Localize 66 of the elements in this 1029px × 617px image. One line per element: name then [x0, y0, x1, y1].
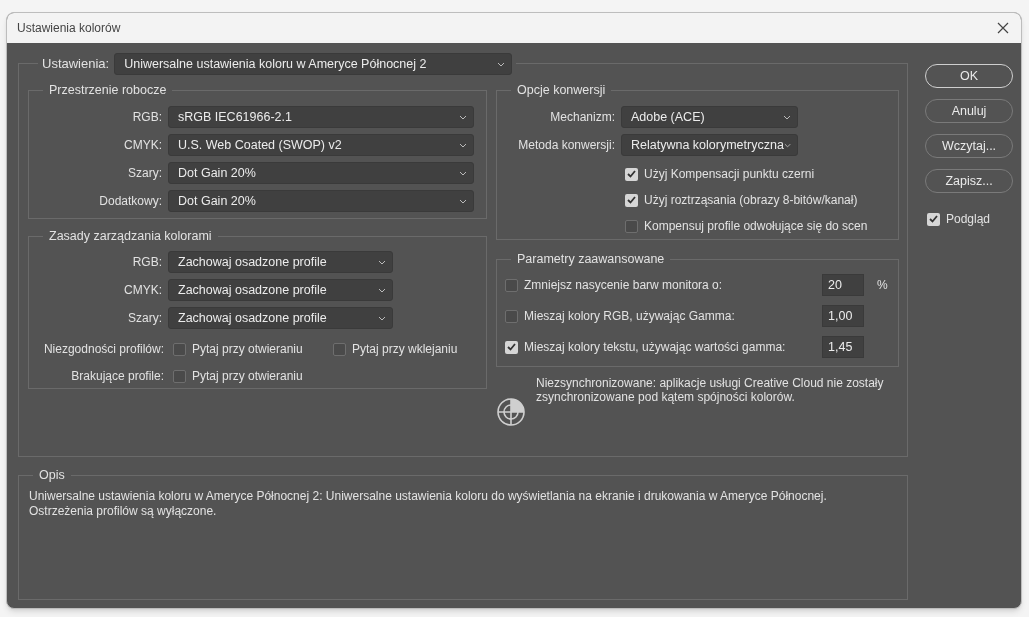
field-label: CMYK: — [123, 137, 162, 154]
unit-label: % — [877, 277, 888, 294]
dropdown[interactable]: Dot Gain 20% — [168, 190, 474, 212]
checkbox[interactable] — [505, 278, 518, 292]
checkbox-label: Zmniejsz nasycenie barw monitora o: — [524, 277, 724, 294]
dropdown[interactable]: Zachowaj osadzone profile — [168, 251, 393, 273]
checkbox-label: Pytaj przy otwieraniu — [192, 341, 303, 358]
group-title: Parametry zaawansowane — [511, 251, 671, 267]
chevron-down-icon — [459, 170, 467, 176]
field-label: Niezgodności profilów: — [42, 341, 164, 358]
group-title: Zasady zarządzania kolorami — [43, 228, 218, 244]
field-label: Szary: — [127, 165, 162, 182]
chevron-down-icon — [497, 61, 506, 67]
checkbox[interactable] — [173, 369, 186, 383]
dialog-button[interactable]: Anuluj — [925, 99, 1013, 123]
checkbox-label: Podgląd — [946, 211, 991, 228]
field-label: CMYK: — [123, 282, 162, 299]
description-text: Uniwersalne ustawienia koloru w Ameryce Północnej 2: Uniwersalne ustawienia koloru do wyświetlania na ekranie i drukowania w Ameryce Północnej. Ostrzeżenia profilów są wyłączone. — [29, 489, 828, 519]
window-title: Ustawienia kolorów — [17, 20, 121, 37]
field-label: Brakujące profile: — [70, 368, 164, 385]
color-sync-icon — [496, 397, 526, 427]
dropdown[interactable]: Uniwersalne ustawienia koloru w Ameryce Północnej 2 — [114, 53, 513, 75]
dropdown[interactable]: Zachowaj osadzone profile — [168, 279, 393, 301]
checkbox-label: Użyj roztrząsania (obrazy 8-bitów/kanał) — [644, 192, 858, 209]
dropdown[interactable]: Adobe (ACE) — [621, 106, 798, 128]
group-title: Opis — [33, 467, 71, 483]
chevron-down-icon — [378, 315, 386, 321]
checkbox[interactable] — [505, 309, 518, 323]
checkbox-label: Mieszaj kolory RGB, używając Gamma: — [524, 308, 736, 325]
chevron-down-icon — [459, 114, 467, 120]
chevron-down-icon — [378, 287, 386, 293]
checkbox-label: Pytaj przy otwieraniu — [192, 368, 303, 385]
sync-message: Niezsynchronizowane: aplikacje usługi Creative Cloud nie zostały zsynchronizowane pod kątem spójności kolorów. — [536, 376, 885, 404]
field-label: Dodatkowy: — [98, 193, 162, 210]
input-field[interactable]: 1,00 — [822, 305, 864, 327]
chevron-down-icon — [378, 259, 386, 265]
field-label: Szary: — [127, 310, 162, 327]
close-icon[interactable] — [997, 22, 1009, 34]
dropdown[interactable]: sRGB IEC61966-2.1 — [168, 106, 474, 128]
chevron-down-icon — [459, 142, 467, 148]
chevron-down-icon — [783, 142, 791, 148]
checkbox[interactable] — [625, 193, 638, 207]
field-label: RGB: — [131, 254, 162, 271]
dropdown[interactable]: Dot Gain 20% — [168, 162, 474, 184]
checkbox-label: Mieszaj kolory tekstu, używając wartości gamma: — [524, 339, 787, 356]
checkbox-label: Kompensuj profile odwołujące się do scen — [644, 218, 868, 235]
field-label: RGB: — [131, 109, 162, 126]
field-label: Mechanizm: — [549, 109, 615, 126]
chevron-down-icon — [783, 114, 791, 120]
group-title: Opcje konwersji — [511, 82, 612, 98]
checkbox[interactable] — [173, 342, 186, 356]
dropdown[interactable]: Relatywna kolorymetryczna — [621, 134, 798, 156]
dropdown[interactable]: U.S. Web Coated (SWOP) v2 — [168, 134, 474, 156]
checkbox[interactable] — [927, 212, 940, 226]
input-field[interactable]: 1,45 — [822, 336, 864, 358]
dropdown[interactable]: Zachowaj osadzone profile — [168, 307, 393, 329]
chevron-down-icon — [459, 198, 467, 204]
checkbox[interactable] — [333, 342, 346, 356]
settings-label: Ustawienia: — [42, 55, 110, 74]
checkbox[interactable] — [625, 167, 638, 181]
input-field[interactable]: 20 — [822, 274, 864, 296]
checkbox[interactable] — [505, 340, 518, 354]
checkbox-label: Pytaj przy wklejaniu — [352, 341, 458, 358]
field-label: Metoda konwersji: — [517, 137, 615, 154]
checkbox[interactable] — [625, 219, 638, 233]
checkbox-label: Użyj Kompensacji punktu czerni — [644, 166, 815, 183]
